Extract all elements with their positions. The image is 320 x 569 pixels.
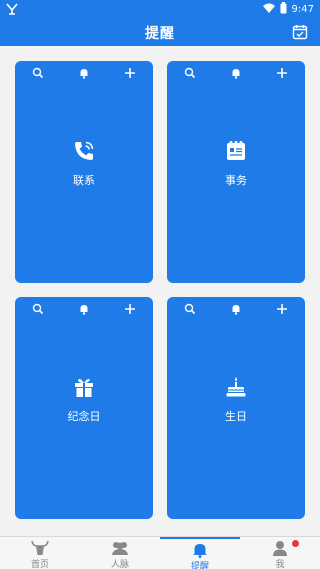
bell-icon xyxy=(190,542,210,558)
tab-contacts[interactable]: 人脉 xyxy=(80,537,160,569)
card-affairs[interactable]: 事务 xyxy=(167,61,305,283)
gift-icon xyxy=(72,375,96,399)
people-icon xyxy=(110,540,130,556)
add-icon[interactable] xyxy=(123,301,137,315)
card-label: 联系 xyxy=(73,174,95,187)
tab-reminder[interactable]: 提醒 xyxy=(160,537,240,569)
search-icon[interactable] xyxy=(31,301,45,315)
add-icon[interactable] xyxy=(275,301,289,315)
bell-icon[interactable] xyxy=(229,65,243,79)
battery-icon xyxy=(280,2,287,17)
page-title: 提醒 xyxy=(145,26,175,42)
card-label: 事务 xyxy=(225,174,247,187)
tab-label: 我 xyxy=(275,560,285,569)
card-label: 纪念日 xyxy=(67,410,101,423)
add-icon[interactable] xyxy=(275,65,289,79)
notepad-icon xyxy=(224,139,248,163)
app-notification-icon xyxy=(6,3,18,18)
tab-home[interactable]: 首页 xyxy=(0,537,80,569)
tab-label: 人脉 xyxy=(110,560,129,569)
person-icon xyxy=(270,540,290,556)
search-icon[interactable] xyxy=(183,301,197,315)
card-contact[interactable]: 联系 xyxy=(15,61,153,283)
phone-icon xyxy=(72,139,96,163)
bell-icon[interactable] xyxy=(77,301,91,315)
card-label: 生日 xyxy=(225,410,247,423)
tab-label: 提醒 xyxy=(190,562,209,569)
bottom-tab-bar: 首页 人脉 提醒 我 xyxy=(0,536,320,569)
status-time: 9:47 xyxy=(291,4,314,15)
app-bar: 提醒 xyxy=(0,18,320,46)
calendar-check-icon[interactable] xyxy=(292,24,308,40)
tab-me[interactable]: 我 xyxy=(240,537,320,569)
tab-label: 首页 xyxy=(30,560,49,569)
search-icon[interactable] xyxy=(183,65,197,79)
card-anniversary[interactable]: 纪念日 xyxy=(15,297,153,519)
wifi-icon xyxy=(262,3,275,16)
notification-badge xyxy=(292,540,299,547)
card-birthday[interactable]: 生日 xyxy=(167,297,305,519)
search-icon[interactable] xyxy=(31,65,45,79)
cake-icon xyxy=(224,375,248,399)
status-bar: 9:47 xyxy=(0,0,320,18)
bell-icon[interactable] xyxy=(77,65,91,79)
bell-icon[interactable] xyxy=(229,301,243,315)
add-icon[interactable] xyxy=(123,65,137,79)
home-bull-icon xyxy=(30,540,50,556)
